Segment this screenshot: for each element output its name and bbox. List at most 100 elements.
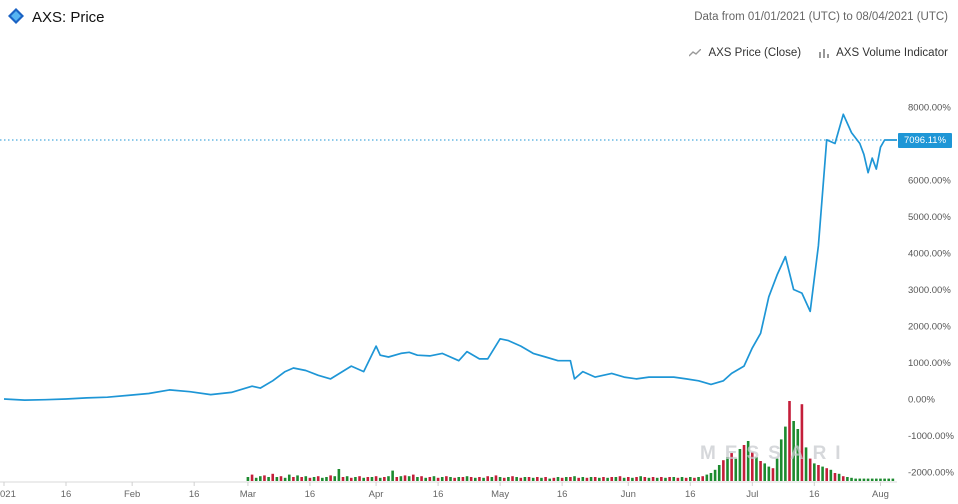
volume-bar: [478, 477, 481, 481]
volume-bar: [366, 477, 370, 481]
volume-bar: [259, 476, 262, 481]
x-tick-label: 16: [189, 489, 200, 500]
volume-bar: [519, 477, 523, 481]
volume-bar: [469, 477, 473, 481]
y-tick-label: 8000.00%: [908, 103, 951, 114]
volume-bar: [668, 477, 671, 481]
volume-bar: [395, 477, 399, 481]
volume-bar: [482, 477, 485, 481]
volume-bar: [296, 475, 299, 481]
volume-bar: [693, 477, 696, 481]
volume-bar: [672, 477, 676, 481]
x-tick-label: Jul: [746, 489, 758, 500]
volume-bar: [527, 477, 531, 481]
y-tick-label: 2000.00%: [908, 322, 951, 333]
x-tick-label: 16: [809, 489, 820, 500]
volume-bar: [449, 477, 452, 481]
volume-bar: [639, 476, 642, 481]
volume-bar: [763, 463, 767, 481]
price-line: [3, 113, 897, 401]
volume-bar: [374, 476, 378, 481]
volume-bar: [461, 477, 465, 481]
volume-bar: [643, 477, 647, 481]
volume-bar: [631, 477, 634, 481]
volume-bar: [846, 477, 849, 481]
volume-bar: [540, 477, 543, 481]
volume-bar: [531, 477, 535, 481]
volume-bar: [593, 477, 597, 481]
y-tick-label: 4000.00%: [908, 249, 951, 260]
volume-bar: [705, 474, 709, 481]
volume-bar: [465, 476, 469, 481]
volume-bar: [821, 466, 824, 481]
volume-bar: [358, 476, 361, 481]
volume-bar: [287, 474, 291, 481]
volume-bar: [635, 477, 638, 481]
volume-bar: [246, 477, 250, 481]
price-chart[interactable]: 8000.00%7000.00%6000.00%5000.00%4000.00%…: [0, 0, 958, 504]
volume-bar: [370, 477, 374, 481]
volume-bar: [817, 465, 820, 481]
volume-bar: [411, 474, 415, 481]
x-tick-label: 16: [557, 489, 568, 500]
volume-bar: [767, 466, 771, 481]
volume-bar: [312, 477, 316, 481]
volume-bar: [494, 475, 498, 481]
x-tick-label: May: [491, 489, 509, 500]
volume-bar: [544, 477, 547, 481]
volume-bar: [813, 463, 816, 481]
volume-bar: [474, 477, 477, 481]
volume-bar: [713, 469, 717, 481]
x-tick-label: 16: [685, 489, 696, 500]
volume-bar: [263, 475, 266, 481]
volume-bar: [879, 478, 882, 481]
volume-bar: [536, 477, 539, 481]
volume-bar: [267, 477, 270, 481]
volume-bar: [552, 477, 556, 481]
volume-bar: [428, 477, 432, 481]
y-tick-label: 5000.00%: [908, 212, 951, 223]
volume-bar: [833, 473, 837, 481]
volume-bar: [850, 477, 853, 481]
volume-bar: [383, 477, 386, 481]
volume-bar: [614, 477, 618, 481]
volume-bar: [362, 477, 365, 481]
volume-bar: [316, 476, 320, 481]
volume-bar: [498, 477, 502, 481]
volume-bar: [837, 473, 841, 481]
volume-bar: [432, 476, 436, 481]
x-tick-label: Mar: [240, 489, 256, 500]
volume-bar: [304, 476, 308, 481]
volume-bar: [436, 477, 440, 481]
volume-bar: [858, 478, 862, 481]
volume-bar: [585, 477, 589, 481]
volume-bar: [420, 476, 423, 481]
volume-bar: [275, 477, 279, 481]
volume-bar: [407, 476, 411, 481]
volume-bar: [337, 469, 341, 481]
volume-bar: [841, 476, 845, 481]
volume-bar: [581, 477, 585, 481]
volume-bar: [292, 477, 295, 481]
x-tick-label: 16: [305, 489, 316, 500]
volume-bar: [399, 476, 403, 481]
x-tick-label: 16: [433, 489, 444, 500]
volume-bar: [457, 477, 461, 481]
volume-bar: [341, 477, 345, 481]
volume-bar: [622, 477, 626, 481]
messari-watermark: MESSARI: [700, 443, 850, 464]
volume-bar: [602, 477, 605, 481]
volume-bar: [854, 478, 857, 481]
volume-bar: [254, 477, 258, 481]
y-tick-label: 6000.00%: [908, 176, 951, 187]
volume-bar: [647, 477, 651, 481]
volume-bar: [771, 468, 775, 481]
volume-bar: [321, 477, 324, 481]
volume-bar: [279, 476, 283, 481]
volume-bar: [709, 473, 713, 481]
volume-bar: [610, 477, 614, 481]
y-tick-label: -2000.00%: [908, 468, 955, 479]
y-tick-label: 1000.00%: [908, 358, 951, 369]
x-tick-label: 021: [0, 489, 16, 500]
volume-bar: [573, 476, 576, 481]
